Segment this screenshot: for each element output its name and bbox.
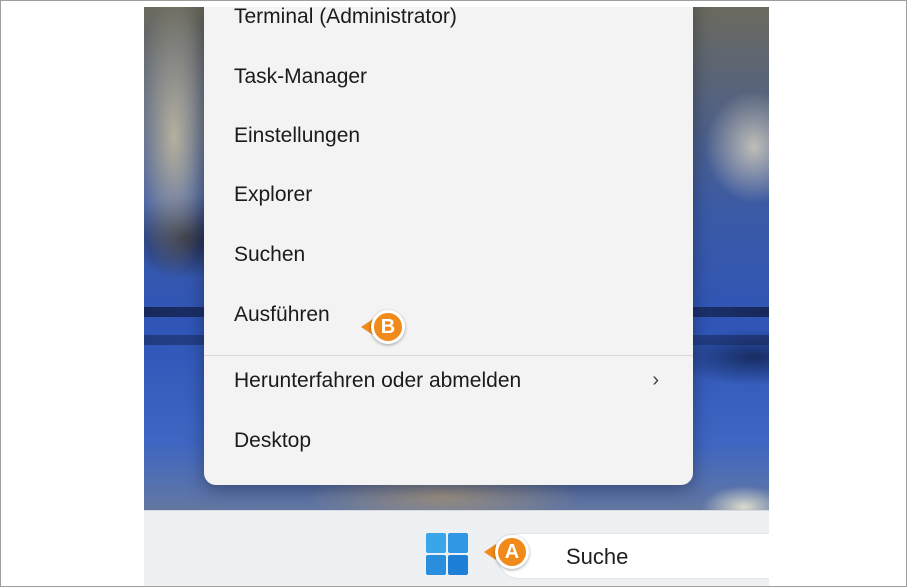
- desktop-screenshot: Terminal (Administrator) Task-Manager Ei…: [144, 7, 769, 586]
- figure-frame: Terminal (Administrator) Task-Manager Ei…: [0, 0, 907, 587]
- windows-start-icon[interactable]: [426, 533, 468, 575]
- menu-item-shutdown-signout[interactable]: Herunterfahren oder abmelden: [234, 369, 521, 393]
- chevron-right-icon: ›: [652, 369, 659, 391]
- menu-divider: [204, 355, 693, 356]
- taskbar: Suche: [144, 510, 769, 586]
- start-icon-tile: [426, 533, 446, 553]
- start-icon-tile: [448, 555, 468, 575]
- start-icon-tile: [448, 533, 468, 553]
- menu-item-terminal-admin[interactable]: Terminal (Administrator): [234, 7, 457, 29]
- winx-context-menu: Terminal (Administrator) Task-Manager Ei…: [204, 7, 693, 485]
- callout-badge-a: A: [495, 535, 529, 569]
- taskbar-search-label: Suche: [566, 544, 629, 569]
- taskbar-search-box[interactable]: Suche: [497, 533, 769, 579]
- menu-item-settings[interactable]: Einstellungen: [234, 124, 360, 148]
- callout-badge-b: B: [371, 310, 405, 344]
- menu-item-desktop[interactable]: Desktop: [234, 429, 311, 453]
- menu-item-explorer[interactable]: Explorer: [234, 183, 312, 207]
- menu-item-search[interactable]: Suchen: [234, 243, 305, 267]
- menu-item-run[interactable]: Ausführen: [234, 303, 330, 327]
- start-icon-tile: [426, 555, 446, 575]
- menu-item-task-manager[interactable]: Task-Manager: [234, 65, 367, 89]
